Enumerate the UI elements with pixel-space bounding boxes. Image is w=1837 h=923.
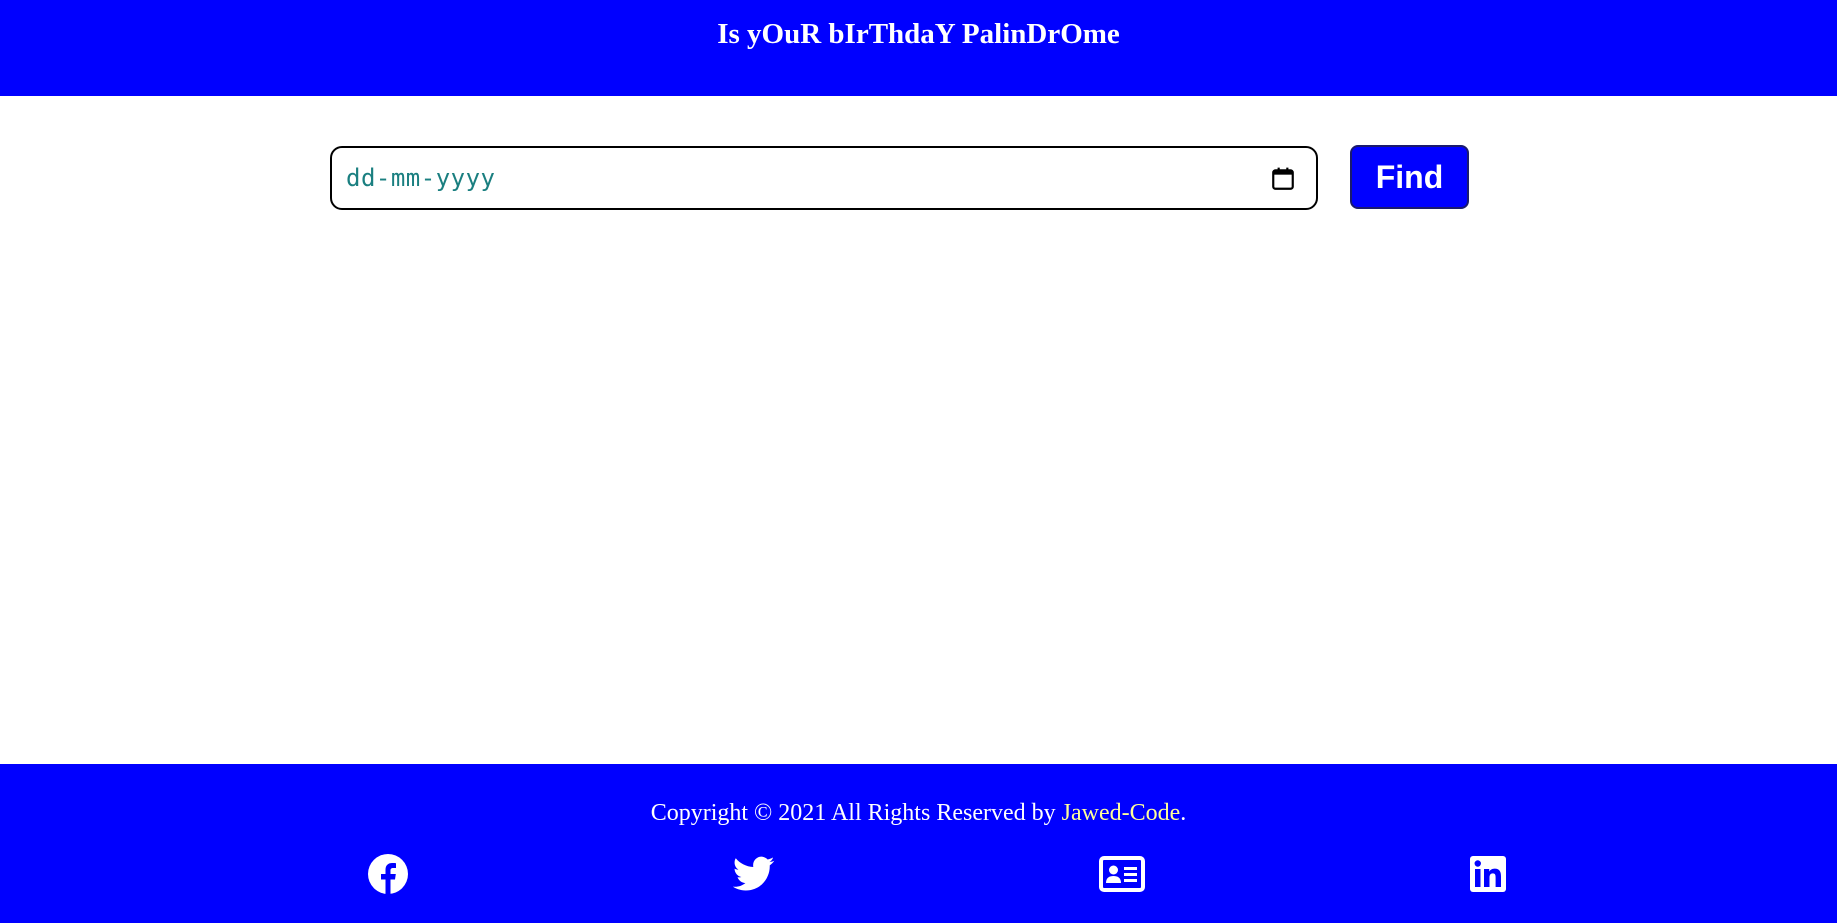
copyright-suffix: . [1180, 800, 1187, 826]
page-footer: Copyright © 2021 All Rights Reserved by … [0, 764, 1837, 923]
date-placeholder: dd-mm-yyyy [346, 164, 496, 192]
page-header: Is yOuR bIrThdaY PalinDrOme [0, 0, 1837, 96]
linkedin-link[interactable] [1465, 851, 1511, 897]
facebook-icon [368, 854, 408, 894]
find-button[interactable]: Find [1350, 145, 1469, 209]
page-title: Is yOuR bIrThdaY PalinDrOme [717, 18, 1120, 50]
twitter-link[interactable] [731, 851, 777, 897]
calendar-icon[interactable] [1270, 166, 1296, 192]
twitter-icon [733, 856, 775, 891]
copyright-text: Copyright © 2021 All Rights Reserved by … [0, 798, 1837, 828]
portfolio-link[interactable] [1099, 851, 1145, 897]
author-link[interactable]: Jawed-Code [1062, 800, 1181, 826]
linkedin-icon [1470, 856, 1506, 892]
facebook-link[interactable] [365, 851, 411, 897]
copyright-prefix: Copyright © 2021 All Rights Reserved by [650, 800, 1062, 826]
birthday-date-input[interactable]: dd-mm-yyyy [330, 146, 1318, 210]
portfolio-card-icon [1099, 856, 1145, 892]
